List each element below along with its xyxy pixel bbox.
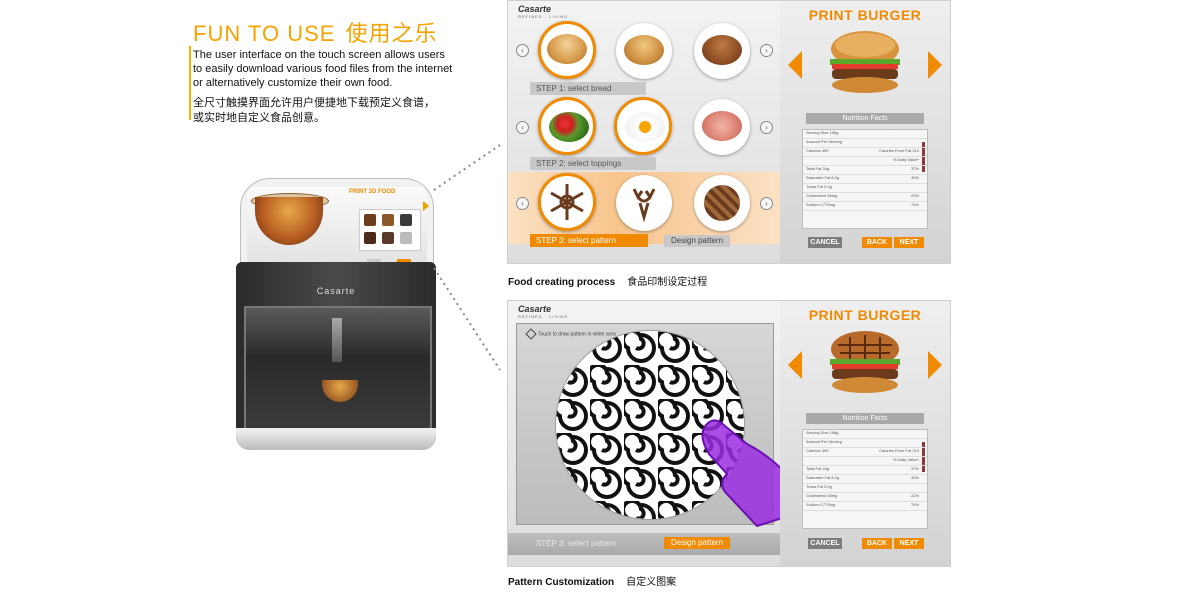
description-en: The user interface on the touch screen a… (193, 49, 453, 89)
next-button[interactable]: NEXT (894, 538, 924, 549)
printer-window (244, 306, 432, 432)
nutrition-row: Sodium 1770mg 74% (803, 202, 927, 211)
food-tiles (359, 209, 421, 251)
brand-logo: Casarte (518, 4, 552, 14)
title-en: FUN TO USE (193, 21, 336, 46)
prev-arrow-icon[interactable]: ‹ (516, 197, 529, 210)
selection-pane: Casarte REFINED · LIVING ‹ › STEP 1: sel… (508, 1, 780, 263)
nutrition-facts-header: Nutrition Facts (806, 413, 924, 424)
next-arrow-icon[interactable]: › (760, 44, 773, 57)
topping-option-salad[interactable] (538, 97, 596, 155)
pattern-option-snowflake[interactable] (538, 173, 596, 231)
next-button[interactable]: NEXT (894, 237, 924, 248)
design-pattern-button[interactable]: Design pattern (664, 235, 730, 247)
nutrition-table[interactable]: Serving Size 198g Amount Per Serving Calor… (802, 129, 928, 229)
food-printer-device: PRINT 3D FOOD Casarte (232, 178, 440, 450)
pattern-draw-pane: Casarte REFINED · LIVING Touch to draw p… (508, 301, 797, 566)
printer-logo: Casarte (316, 286, 356, 296)
print-burger-pane: PRINT BURGER Nutrition Facts Serving Siz… (780, 1, 950, 263)
nutrition-row: Calories 490 Calories From Fat 210 (803, 148, 927, 157)
food-creating-screen: Casarte REFINED · LIVING ‹ › STEP 1: sel… (507, 0, 951, 264)
nutrition-row: Amount Per Serving (803, 139, 927, 148)
caption-food-creating: Food creating process 食品印制设定过程 (508, 277, 708, 288)
pattern-customization-screen: Casarte REFINED · LIVING Touch to draw p… (507, 300, 951, 567)
nutrition-row: Trans Fat 0.0g (803, 184, 927, 193)
step-3-tab[interactable]: STEP 3: select pattern (530, 537, 648, 550)
nutrition-row: Sodium 1770mg 74% (803, 502, 927, 511)
print-burger-pane: PRINT BURGER Nutrition Facts Serving Siz… (780, 301, 950, 566)
nutrition-row: Cholesterol 65mg 22% (803, 493, 927, 502)
pattern-option-waffle[interactable] (694, 175, 750, 231)
nutrition-row: Cholesterol 65mg 22% (803, 193, 927, 202)
print-burger-title: PRINT BURGER (808, 307, 922, 323)
printer-screen-title: PRINT 3D FOOD (349, 189, 396, 195)
prev-arrow-icon[interactable]: ‹ (516, 44, 529, 57)
nutrition-row: Total Fat 24g 37% (803, 466, 927, 475)
pattern-option-deer[interactable] (616, 175, 672, 231)
step-1-tab[interactable]: STEP 1: select bread (530, 82, 646, 95)
nutrition-row: % Daily Value* (803, 157, 927, 166)
bread-option-plain[interactable] (616, 23, 672, 79)
description-cn: 全尺寸触摸界面允许用户便捷地下载预定义食谱，或实时地自定义食品创意。 (193, 97, 435, 124)
nutrition-row: Saturated Fat 8.0g 40% (803, 175, 927, 184)
caption-pattern-customization: Pattern Customization 自定义图案 (508, 577, 677, 588)
title-cn: 使用之乐 (345, 21, 438, 46)
step-3-tab[interactable]: STEP 3: select pattern (530, 234, 648, 247)
nutrition-facts-header: Nutrition Facts (806, 113, 924, 124)
nutrition-row: Trans Fat 0.0g (803, 484, 927, 493)
printer-body: Casarte (236, 262, 436, 450)
nutrition-table[interactable]: Serving Size 198g Amount Per Serving Calor… (802, 429, 928, 529)
bread-option-dark[interactable] (694, 23, 750, 79)
nutrition-row: Serving Size 198g (803, 130, 927, 139)
touch-hint: Touch to draw pattern in white area (525, 328, 616, 340)
print-nozzle (332, 318, 342, 362)
nutrition-row: Calories 490 Calories From Fat 210 (803, 448, 927, 457)
pen-icon (525, 328, 537, 340)
prev-arrow-icon[interactable] (788, 51, 802, 79)
burger-image (830, 331, 900, 393)
nutrition-row: Amount Per Serving (803, 439, 927, 448)
prev-arrow-icon[interactable]: ‹ (516, 121, 529, 134)
next-arrow-icon (423, 201, 429, 211)
nutrition-row: Saturated Fat 8.0g 40% (803, 475, 927, 484)
design-pattern-button[interactable]: Design pattern (664, 537, 730, 549)
nutrition-row: % Daily Value* (803, 457, 927, 466)
next-arrow-icon[interactable] (928, 351, 942, 379)
nutrition-row: Total Fat 24g 37% (803, 166, 927, 175)
next-arrow-icon[interactable]: › (760, 197, 773, 210)
brand-logo: Casarte (518, 304, 552, 314)
nutrition-row: Serving Size 198g (803, 430, 927, 439)
next-arrow-icon[interactable] (928, 51, 942, 79)
print-burger-title: PRINT BURGER (808, 7, 922, 23)
fun-to-use-title: FUN TO USE 使用之乐 (193, 16, 437, 48)
brand-subtitle: REFINED · LIVING (518, 14, 569, 19)
drawing-canvas[interactable]: Touch to draw pattern in white area (516, 323, 797, 528)
topping-option-egg[interactable] (614, 97, 672, 155)
accent-rule (189, 46, 191, 120)
next-arrow-icon[interactable]: › (760, 121, 773, 134)
cancel-button[interactable]: CANCEL (808, 538, 842, 549)
step-2-tab[interactable]: STEP 2: select toppings (530, 157, 656, 170)
back-button[interactable]: BACK (862, 237, 892, 248)
bread-option-sesame[interactable] (538, 21, 596, 79)
burger-image (830, 31, 900, 93)
printed-bowl (322, 380, 358, 402)
prev-arrow-icon[interactable] (788, 351, 802, 379)
cancel-button[interactable]: CANCEL (808, 237, 842, 248)
topping-option-ham[interactable] (694, 99, 750, 155)
brand-subtitle: REFINED · LIVING (518, 314, 569, 319)
back-button[interactable]: BACK (862, 538, 892, 549)
printer-touch-screen: PRINT 3D FOOD (240, 178, 434, 273)
